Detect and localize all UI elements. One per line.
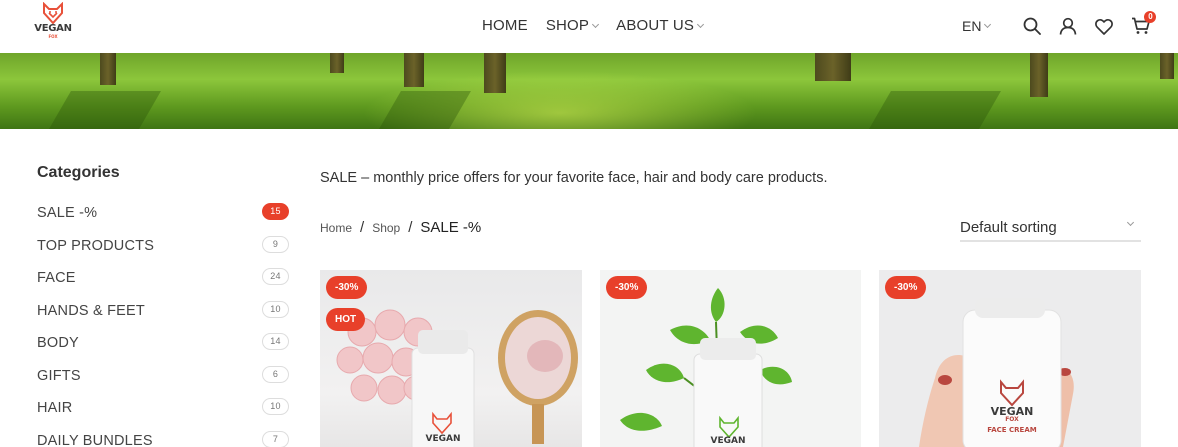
user-icon (1060, 17, 1077, 35)
logo-subtext: FOX (48, 34, 58, 39)
sidebar-item-sale[interactable]: SALE -% 15 (37, 197, 289, 230)
breadcrumb-shop[interactable]: Shop (372, 221, 400, 235)
category-count-badge: 24 (262, 268, 289, 285)
category-count-badge: 7 (262, 430, 289, 447)
sorting-select[interactable]: Default sorting (960, 214, 1141, 242)
category-count-badge: 10 (262, 398, 289, 415)
sidebar-item-label: FACE (37, 270, 76, 287)
sidebar-item-body[interactable]: BODY 14 (37, 327, 289, 360)
chevron-down-icon (592, 20, 600, 28)
breadcrumb-current: SALE -% (420, 219, 482, 236)
bottle-label: VEGAN (710, 436, 746, 446)
nav-home[interactable]: HOME (482, 17, 528, 34)
account-button[interactable] (1058, 16, 1078, 36)
forest-banner-image (0, 53, 1178, 129)
sidebar-item-label: BODY (37, 335, 79, 352)
sidebar-item-hands-feet[interactable]: HANDS & FEET 10 (37, 295, 289, 328)
category-count-badge: 15 (262, 203, 289, 220)
chevron-down-icon (697, 20, 705, 28)
category-description: SALE – monthly price offers for your fav… (320, 170, 828, 186)
wishlist-button[interactable] (1094, 16, 1114, 36)
product-card[interactable]: -30% HOT VEGAN (320, 270, 582, 447)
bottle-label: VEGAN (425, 434, 461, 444)
category-count-badge: 14 (262, 333, 289, 350)
search-button[interactable] (1022, 16, 1042, 36)
sidebar-item-label: DAILY BUNDLES (37, 432, 153, 447)
heart-icon (1095, 18, 1114, 35)
bottle-sublabel: FOX (1005, 416, 1019, 423)
bottle-product-name: FACE CREAM (987, 426, 1037, 434)
categories-sidebar: Categories SALE -% 15 TOP PRODUCTS 9 FAC… (37, 164, 289, 447)
category-count-badge: 9 (262, 235, 289, 253)
product-card[interactable]: -30% VEGAN (600, 270, 861, 447)
hot-badge: HOT (326, 308, 366, 331)
sidebar-item-gifts[interactable]: GIFTS 6 (37, 360, 289, 393)
sidebar-item-label: HAIR (37, 400, 73, 417)
breadcrumb-separator: / (408, 219, 413, 236)
category-count-badge: 10 (262, 300, 289, 318)
discount-badge: -30% (326, 276, 368, 299)
discount-badge: -30% (885, 276, 927, 299)
main-nav: HOME SHOP ABOUT US (482, 17, 721, 34)
breadcrumb: Home / Shop / SALE -% (320, 219, 481, 236)
cart-button[interactable]: 0 (1130, 11, 1157, 36)
nav-shop-label: SHOP (545, 17, 590, 34)
breadcrumb-separator: / (360, 219, 365, 236)
sidebar-item-label: HANDS & FEET (37, 302, 145, 319)
chevron-down-icon (1126, 218, 1135, 227)
sidebar-item-top-products[interactable]: TOP PRODUCTS 9 (37, 230, 289, 263)
logo-wordmark: VEGAN (34, 23, 72, 34)
sidebar-item-label: SALE -% (37, 205, 98, 222)
sidebar-item-daily-bundles[interactable]: DAILY BUNDLES 7 (37, 425, 289, 447)
breadcrumb-home[interactable]: Home (320, 221, 352, 235)
sidebar-title: Categories (37, 164, 120, 181)
sidebar-item-hair[interactable]: HAIR 10 (37, 392, 289, 425)
sidebar-item-label: TOP PRODUCTS (37, 237, 155, 254)
nav-about-us[interactable]: ABOUT US (616, 17, 705, 34)
site-logo[interactable]: VEGAN FOX (34, 2, 72, 48)
cart-count-badge: 0 (1144, 11, 1157, 23)
sidebar-item-face[interactable]: FACE 24 (37, 262, 289, 295)
language-switcher[interactable]: EN (962, 18, 992, 34)
nav-about-label: ABOUT US (616, 17, 695, 34)
category-count-badge: 6 (262, 365, 289, 383)
discount-badge: -30% (606, 276, 648, 299)
fox-logo-icon (43, 2, 63, 24)
chevron-down-icon (984, 20, 992, 29)
sidebar-item-label: GIFTS (37, 367, 81, 384)
nav-shop[interactable]: SHOP (545, 17, 600, 34)
sorting-value: Default sorting (960, 218, 1057, 236)
product-card[interactable]: -30% VEGAN FOX FACE CREAM (879, 270, 1141, 447)
nav-home-label: HOME (482, 17, 528, 34)
language-label: EN (962, 18, 982, 34)
header-tools: EN 0 (962, 11, 1157, 38)
site-header: VEGAN FOX HOME SHOP ABOUT US EN 0 (0, 0, 1178, 53)
search-icon (1024, 17, 1042, 35)
